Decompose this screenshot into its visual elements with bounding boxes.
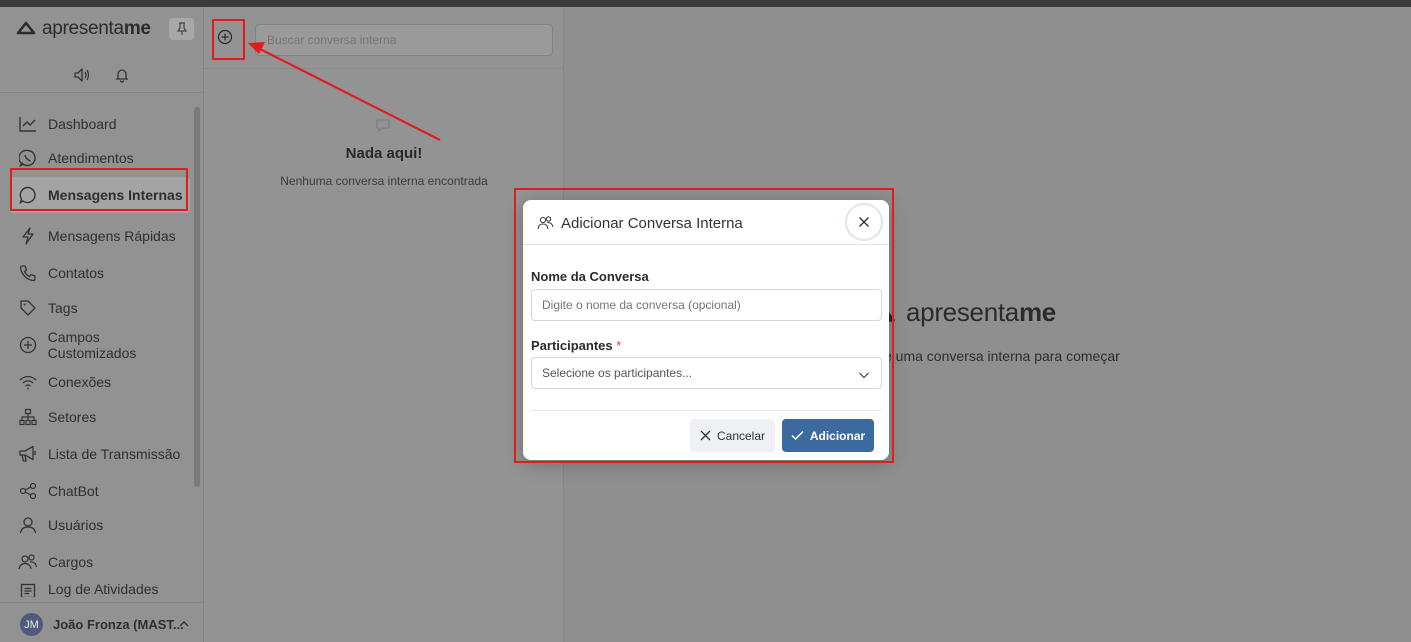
sidebar-item-lista-de-transmissao[interactable]: Lista de Transmissão — [10, 436, 190, 472]
sidebar: apresentame Dashboard Atendimentos Mensa… — [0, 7, 204, 642]
users-icon — [537, 216, 554, 235]
sidebar-item-label: Mensagens Rápidas — [48, 228, 176, 244]
window-top-bar — [0, 0, 1411, 7]
sidebar-item-label: Contatos — [48, 265, 105, 281]
participants-select-placeholder: Selecione os participantes... — [542, 366, 693, 380]
user-name: João Fronza (MAST... — [53, 617, 184, 632]
close-icon — [859, 217, 869, 227]
required-indicator: * — [616, 338, 622, 353]
sidebar-item-atendimentos[interactable]: Atendimentos — [10, 140, 190, 176]
sidebar-item-label: Lista de Transmissão — [48, 446, 181, 462]
sidebar-item-usuarios[interactable]: Usuários — [10, 507, 190, 543]
hierarchy-icon — [18, 407, 38, 427]
users-icon — [18, 552, 38, 572]
sidebar-item-tags[interactable]: Tags — [10, 290, 190, 326]
sidebar-item-label: Conexões — [48, 374, 112, 390]
close-icon — [700, 430, 711, 441]
dialog-footer-divider — [531, 410, 882, 411]
brand-name: apresentame — [42, 18, 151, 39]
sidebar-item-label: Atendimentos — [48, 150, 134, 166]
sidebar-item-label: Setores — [48, 409, 97, 425]
sidebar-item-label: Usuários — [48, 517, 104, 533]
dialog-header: Adicionar Conversa Interna — [523, 200, 889, 245]
empty-chat-icon — [375, 117, 391, 138]
participants-label: Participantes * — [531, 338, 622, 353]
sidebar-item-dashboard[interactable]: Dashboard — [10, 106, 190, 142]
sound-notification-row — [0, 59, 204, 93]
check-icon — [791, 430, 804, 441]
plus-circle-icon — [18, 335, 38, 355]
user-icon — [18, 515, 38, 535]
cancel-button[interactable]: Cancelar — [690, 419, 775, 452]
main-brand-name: apresentame — [906, 297, 1056, 327]
sidebar-scrollbar[interactable] — [194, 107, 200, 487]
empty-state-subtitle: Nenhuma conversa interna encontrada — [280, 174, 488, 188]
chevron-down-icon — [858, 367, 870, 385]
whatsapp-icon — [18, 148, 38, 168]
tag-icon — [18, 298, 38, 318]
main-brand-logo: apresentame — [868, 297, 1056, 328]
list-icon — [18, 581, 38, 597]
sidebar-item-mensagens-internas[interactable]: Mensagens Internas — [10, 177, 190, 213]
sidebar-item-label: Mensagens Internas — [48, 187, 183, 203]
brand-logo-icon — [16, 21, 36, 40]
sidebar-item-label: Cargos — [48, 554, 94, 570]
phone-icon — [18, 263, 38, 283]
sidebar-item-cargos[interactable]: Cargos — [10, 544, 190, 580]
sidebar-item-setores[interactable]: Setores — [10, 399, 190, 435]
sidebar-item-label: ChatBot — [48, 483, 99, 499]
pin-sidebar-button[interactable] — [169, 18, 194, 40]
empty-state-title: Nada aqui! — [345, 145, 423, 162]
bell-icon[interactable] — [114, 67, 130, 88]
brand-row: apresentame — [0, 7, 204, 49]
megaphone-icon — [18, 444, 38, 464]
wifi-icon — [18, 372, 38, 392]
participants-select[interactable]: Selecione os participantes... — [531, 357, 882, 389]
share-nodes-icon — [18, 481, 38, 501]
user-menu[interactable]: JM João Fronza (MAST... — [0, 602, 204, 642]
sidebar-item-mensagens-rapidas[interactable]: Mensagens Rápidas — [10, 218, 190, 254]
search-input[interactable] — [255, 24, 553, 56]
close-dialog-button[interactable] — [845, 203, 883, 241]
add-internal-conversation-dialog: Adicionar Conversa Interna Nome da Conve… — [523, 200, 889, 460]
cancel-button-label: Cancelar — [716, 428, 766, 443]
conversation-list-panel: Nada aqui! Nenhuma conversa interna enco… — [204, 7, 564, 642]
conversation-name-label: Nome da Conversa — [531, 269, 649, 284]
lightning-icon — [18, 226, 38, 246]
sidebar-item-chatbot[interactable]: ChatBot — [10, 473, 190, 509]
sidebar-item-campos-customizados[interactable]: Campos Customizados — [10, 327, 190, 363]
dialog-title: Adicionar Conversa Interna — [561, 215, 743, 232]
chat-bubble-icon — [18, 185, 38, 205]
add-button[interactable]: Adicionar — [782, 419, 874, 452]
sidebar-item-label: Log de Atividades — [48, 581, 159, 597]
add-button-label: Adicionar — [809, 428, 866, 443]
main-hint-text: e uma conversa interna para começar — [884, 348, 1120, 364]
chart-line-icon — [18, 114, 38, 134]
conversation-list-header — [204, 7, 564, 69]
sidebar-item-label: Dashboard — [48, 116, 117, 132]
avatar: JM — [20, 613, 43, 636]
sidebar-item-label: Campos Customizados — [47, 329, 137, 361]
sidebar-item-label: Tags — [48, 300, 78, 316]
sidebar-item-log-de-atividades[interactable]: Log de Atividades — [10, 579, 190, 597]
speaker-icon[interactable] — [73, 67, 91, 88]
chevron-up-icon[interactable] — [178, 616, 190, 634]
add-conversation-button[interactable] — [214, 26, 236, 48]
sidebar-item-conexoes[interactable]: Conexões — [10, 364, 190, 400]
sidebar-item-contatos[interactable]: Contatos — [10, 255, 190, 291]
conversation-name-input[interactable] — [531, 289, 882, 321]
